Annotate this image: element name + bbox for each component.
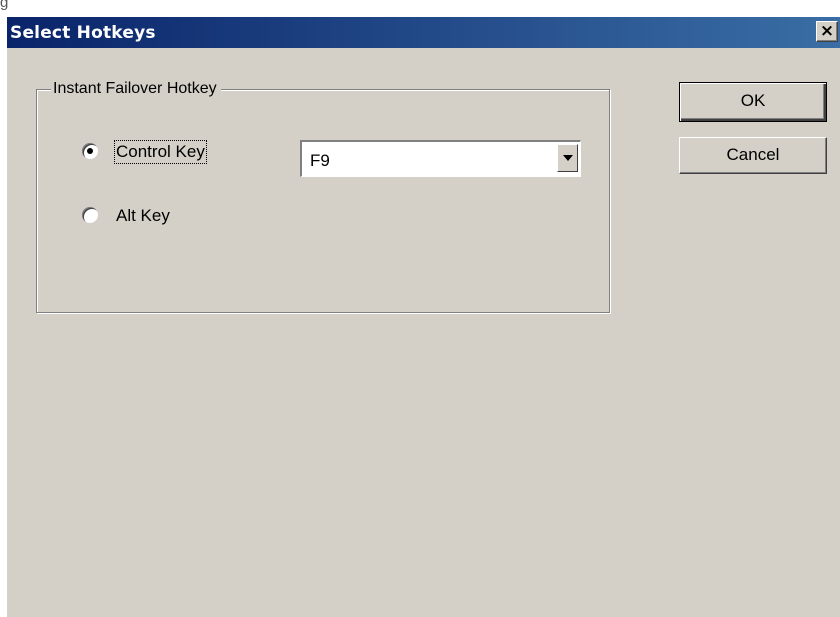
cancel-button[interactable]: Cancel (679, 137, 827, 174)
stray-text: g (0, 0, 9, 11)
ok-button[interactable]: OK (679, 82, 827, 122)
dialog-title: Select Hotkeys (10, 23, 156, 43)
alt-key-radio[interactable] (82, 207, 98, 223)
dialog-window: Select Hotkeys × Instant Failover Hotkey… (7, 17, 840, 617)
hotkey-select-value: F9 (310, 151, 330, 170)
close-icon: × (819, 21, 835, 41)
close-button[interactable]: × (816, 21, 838, 42)
hotkey-groupbox (36, 89, 610, 313)
groupbox-label: Instant Failover Hotkey (51, 79, 221, 99)
title-bar[interactable]: Select Hotkeys × (7, 17, 840, 48)
alt-key-label[interactable]: Alt Key (116, 206, 170, 226)
dropdown-button[interactable] (557, 144, 578, 172)
control-key-label[interactable]: Control Key (114, 140, 207, 164)
hotkey-select[interactable]: F9 (300, 140, 581, 177)
control-key-radio[interactable] (82, 143, 98, 159)
chevron-down-icon (563, 155, 573, 161)
radio-checked-dot (87, 148, 93, 154)
